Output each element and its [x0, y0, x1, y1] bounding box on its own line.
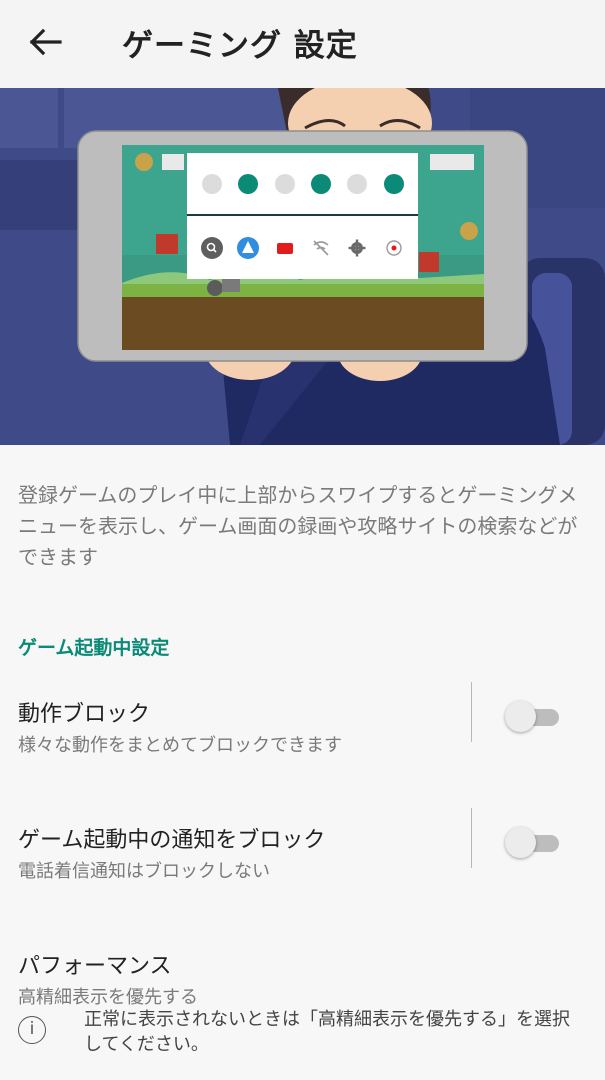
feature-description: 登録ゲームのプレイ中に上部からスワイプするとゲーミングメニューを表示し、ゲーム画…	[18, 483, 578, 569]
toggle-thumb	[505, 701, 536, 732]
gaming-illustration	[0, 88, 605, 445]
setting-subtitle: 高精細表示を優先する	[18, 987, 198, 1008]
motion-block-toggle[interactable]	[505, 701, 561, 732]
setting-title: ゲーム起動中の通知をブロック	[18, 828, 326, 853]
notification-block-toggle[interactable]	[505, 827, 561, 858]
assistant-icon	[237, 237, 259, 259]
setting-subtitle: 電話着信通知はブロックしない	[18, 861, 270, 882]
info-icon: i	[18, 1016, 46, 1044]
setting-title: 動作ブロック	[18, 702, 151, 727]
arrow-left-icon	[29, 28, 62, 56]
divider	[471, 808, 472, 868]
search-icon	[201, 237, 223, 259]
hero-illustration	[0, 88, 605, 445]
section-header: ゲーム起動中設定	[18, 637, 170, 659]
divider	[471, 682, 472, 742]
app-bar: ゲーミング 設定	[0, 0, 605, 88]
setting-title: パフォーマンス	[18, 954, 172, 979]
info-note: 正常に表示されないときは「高精細表示を優先する」を選択してください。	[84, 1009, 570, 1055]
toggle-thumb	[505, 827, 536, 858]
setting-motion-block[interactable]: 動作ブロック 様々な動作をまとめてブロックできます	[0, 682, 605, 786]
page-title: ゲーミング 設定	[122, 28, 358, 64]
setting-notification-block[interactable]: ゲーム起動中の通知をブロック 電話着信通知はブロックしない	[0, 808, 605, 912]
back-button[interactable]	[22, 20, 72, 64]
setting-subtitle: 様々な動作をまとめてブロックできます	[18, 735, 342, 756]
video-icon	[274, 237, 296, 259]
